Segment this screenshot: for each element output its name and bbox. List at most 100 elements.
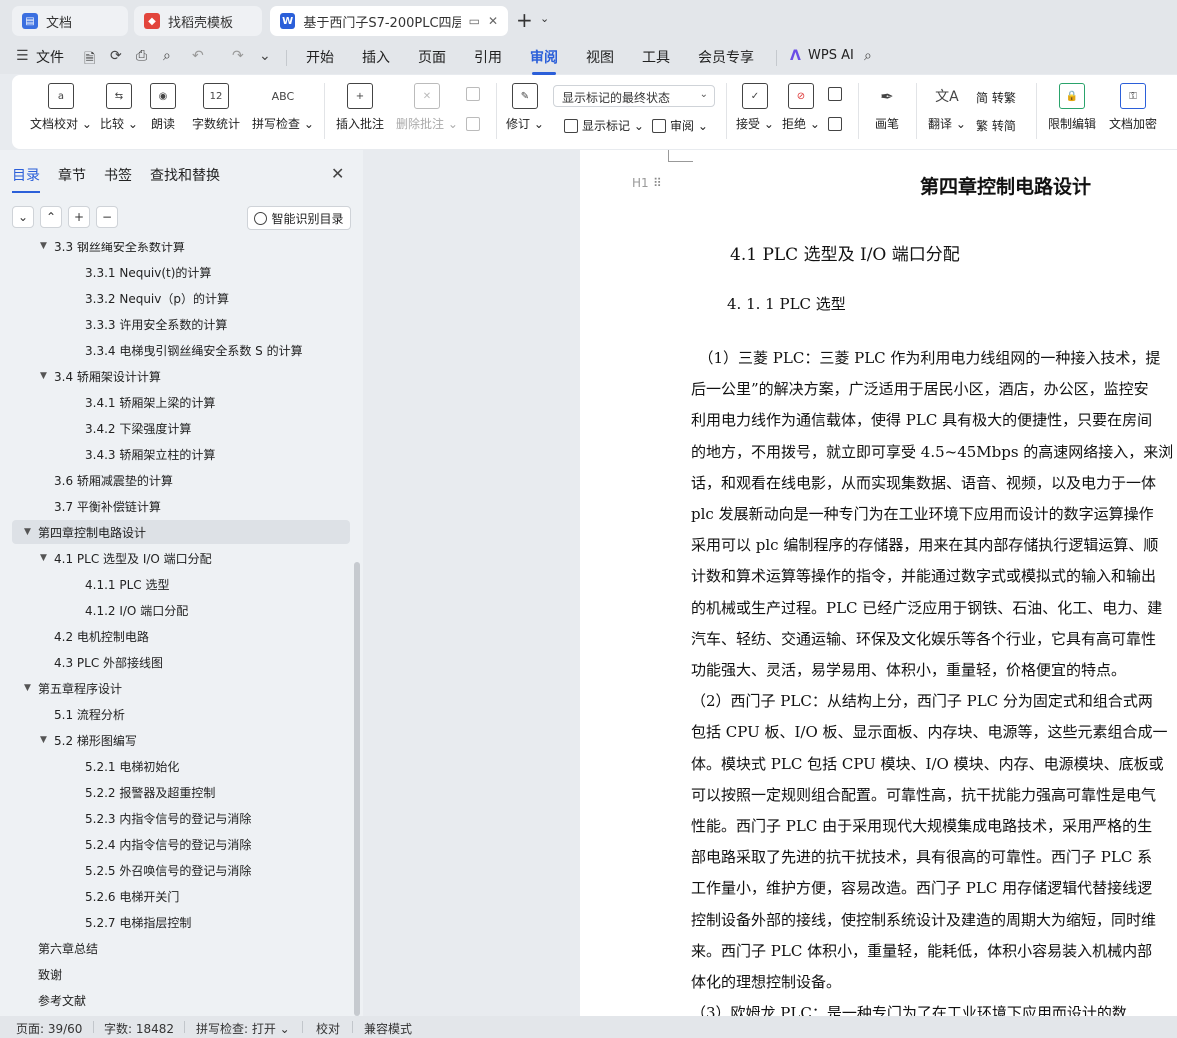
toc-item[interactable]: 5.2.3 内指令信号的登记与消除 <box>12 806 350 830</box>
share-icon[interactable]: ⟳ <box>110 48 122 64</box>
toc-item[interactable]: 5.1 流程分析 <box>12 702 350 726</box>
toc-item[interactable]: ▼ 第五章程序设计 <box>12 676 350 700</box>
add-heading-button[interactable]: + <box>68 206 90 228</box>
prev-comment-button[interactable] <box>466 87 484 101</box>
spell-check-indicator[interactable]: 拼写检查: 打开 ⌄ <box>196 1020 290 1037</box>
toc-item[interactable]: 4.1.1 PLC 选型 <box>12 572 350 596</box>
toc-item[interactable]: 3.4.1 轿厢架上梁的计算 <box>12 390 350 414</box>
word-count-button[interactable]: 12 字数统计 <box>192 83 240 132</box>
spell-check-button[interactable]: ABC 拼写检查 ⌄ <box>252 83 314 132</box>
caret-down-icon[interactable]: ▼ <box>40 735 54 745</box>
revise-button[interactable]: ✎ 修订 ⌄ <box>506 83 544 132</box>
caret-down-icon[interactable]: ▼ <box>24 527 38 537</box>
search-icon[interactable]: ⌕ <box>864 48 872 64</box>
menu-view[interactable]: 视图 <box>586 47 614 67</box>
toc-item[interactable]: 第六章总结 <box>12 936 350 960</box>
tab-current-document[interactable]: W 基于西门子S7-200PLC四层电 ▭ ✕ <box>270 6 508 36</box>
show-markup-button[interactable]: 显示标记 ⌄ <box>564 117 644 134</box>
heading-level-tag[interactable]: H1 <box>632 176 649 190</box>
nav-tab-bookmarks[interactable]: 书签 <box>104 165 132 185</box>
menu-tools[interactable]: 工具 <box>642 47 670 67</box>
toc-item[interactable]: 5.2.6 电梯开关门 <box>12 884 350 908</box>
drag-handle-icon[interactable]: ⠿ <box>653 176 662 190</box>
toc-item[interactable]: 参考文献 <box>12 988 350 1012</box>
print-preview-icon[interactable]: ⌕ <box>163 48 171 64</box>
toc-item[interactable]: 3.3.3 许用安全系数的计算 <box>12 312 350 336</box>
menu-start[interactable]: 开始 <box>306 47 334 67</box>
tab-daoke-templates[interactable]: ◆ 找稻壳模板 <box>134 6 262 36</box>
toc-item[interactable]: 3.3.4 电梯曳引钢丝绳安全系数 S 的计算 <box>12 338 350 362</box>
toc-item[interactable]: 3.3.2 Nequiv（p）的计算 <box>12 286 350 310</box>
tab-docs[interactable]: ▤ 文档 <box>12 6 128 36</box>
word-count-indicator[interactable]: 字数: 18482 <box>104 1020 174 1037</box>
toc-item[interactable]: 5.2.5 外召唤信号的登记与消除 <box>12 858 350 882</box>
close-icon[interactable]: ✕ <box>488 14 498 28</box>
menu-page[interactable]: 页面 <box>418 47 446 67</box>
proof-indicator[interactable]: 校对 <box>316 1020 340 1037</box>
close-icon[interactable]: ✕ <box>331 164 344 183</box>
nav-tab-toc[interactable]: 目录 <box>12 165 40 193</box>
caret-down-icon[interactable]: ▼ <box>40 553 54 563</box>
toc-item[interactable]: ▼ 3.3 钢丝绳安全系数计算 <box>12 242 350 258</box>
toc-item[interactable]: 4.1.2 I/O 端口分配 <box>12 598 350 622</box>
to-traditional-button[interactable]: 简 转繁 <box>976 89 1016 106</box>
to-simplified-button[interactable]: 繁 转简 <box>976 117 1016 134</box>
next-comment-button[interactable] <box>466 117 484 131</box>
review-pane-button[interactable]: 审阅 ⌄ <box>652 117 708 134</box>
menu-file[interactable]: 文件 <box>36 47 64 67</box>
caret-down-icon[interactable]: ▼ <box>40 371 54 381</box>
smart-toc-button[interactable]: 智能识别目录 <box>247 206 351 230</box>
pen-button[interactable]: ✒ 画笔 <box>874 83 900 132</box>
collapse-down-button[interactable]: ⌄ <box>12 206 34 228</box>
compare-button[interactable]: ⇆ 比较 ⌄ <box>100 83 138 132</box>
menu-insert[interactable]: 插入 <box>362 47 390 67</box>
delete-comment-button[interactable]: ✕ 删除批注 ⌄ <box>396 83 458 132</box>
toc-item[interactable]: ▼ 4.1 PLC 选型及 I/O 端口分配 <box>12 546 350 570</box>
toc-item[interactable]: 3.6 轿厢减震垫的计算 <box>12 468 350 492</box>
menu-member[interactable]: 会员专享 <box>698 47 754 67</box>
markup-state-select[interactable]: 显示标记的最终状态 ⌄ <box>553 85 715 107</box>
new-tab-plus-icon[interactable]: + <box>516 8 533 32</box>
doc-check-button[interactable]: a 文档校对 ⌄ <box>30 83 92 132</box>
toc-item[interactable]: 致谢 <box>12 962 350 986</box>
toc-item[interactable]: 5.2.1 电梯初始化 <box>12 754 350 778</box>
redo-icon[interactable]: ↷ <box>232 48 244 64</box>
nav-tab-find-replace[interactable]: 查找和替换 <box>150 165 220 185</box>
toc-item[interactable]: 4.2 电机控制电路 <box>12 624 350 648</box>
prev-change-button[interactable] <box>828 87 846 101</box>
toc-item[interactable]: 3.3.1 Nequiv(t)的计算 <box>12 260 350 284</box>
toc-item[interactable]: 3.4.2 下梁强度计算 <box>12 416 350 440</box>
translate-button[interactable]: 文A 翻译 ⌄ <box>928 83 966 132</box>
monitor-icon[interactable]: ▭ <box>469 14 480 28</box>
toc-item[interactable]: 3.7 平衡补偿链计算 <box>12 494 350 518</box>
save-icon[interactable]: 🗎 <box>84 48 95 72</box>
toc-item[interactable]: ▼ 第四章控制电路设计 <box>12 520 350 544</box>
wps-ai-icon[interactable]: ᐱ <box>790 48 801 64</box>
document-page[interactable]: H1 ⠿ 第四章控制电路设计 4.1 PLC 选型及 I/O 端口分配 4. 1… <box>580 150 1177 1016</box>
menu-review[interactable]: 审阅 <box>530 47 558 75</box>
toc-item[interactable]: 3.4.3 轿厢架立柱的计算 <box>12 442 350 466</box>
toc-item[interactable]: ▼ 5.2 梯形图编写 <box>12 728 350 752</box>
toc-item[interactable]: 5.2.2 报警器及超重控制 <box>12 780 350 804</box>
read-aloud-button[interactable]: ◉ 朗读 <box>150 83 176 132</box>
nav-tab-chapters[interactable]: 章节 <box>58 165 86 185</box>
chevron-down-icon[interactable]: ⌄ <box>540 12 549 25</box>
hamburger-icon[interactable]: ☰ <box>16 48 29 64</box>
reject-button[interactable]: ⊘ 拒绝 ⌄ <box>782 83 820 132</box>
toc-scrollbar[interactable] <box>354 562 360 1016</box>
remove-heading-button[interactable]: − <box>96 206 118 228</box>
toc-item[interactable]: ▼ 3.4 轿厢架设计计算 <box>12 364 350 388</box>
encrypt-button[interactable]: ⚿ 文档加密 <box>1109 83 1157 132</box>
accept-button[interactable]: ✓ 接受 ⌄ <box>736 83 774 132</box>
wps-ai-button[interactable]: WPS AI <box>808 48 854 63</box>
collapse-up-button[interactable]: ⌃ <box>40 206 62 228</box>
toc-item[interactable]: 5.2.7 电梯指层控制 <box>12 910 350 934</box>
toc-item[interactable]: 4.3 PLC 外部接线图 <box>12 650 350 674</box>
toc-item[interactable]: 5.2.4 内指令信号的登记与消除 <box>12 832 350 856</box>
restrict-edit-button[interactable]: 🔒 限制编辑 <box>1048 83 1096 132</box>
print-icon[interactable]: ⎙ <box>136 48 147 64</box>
insert-comment-button[interactable]: + 插入批注 <box>336 83 384 132</box>
next-change-button[interactable] <box>828 117 846 131</box>
caret-down-icon[interactable]: ▼ <box>40 242 54 251</box>
undo-icon[interactable]: ↶ <box>192 48 204 64</box>
